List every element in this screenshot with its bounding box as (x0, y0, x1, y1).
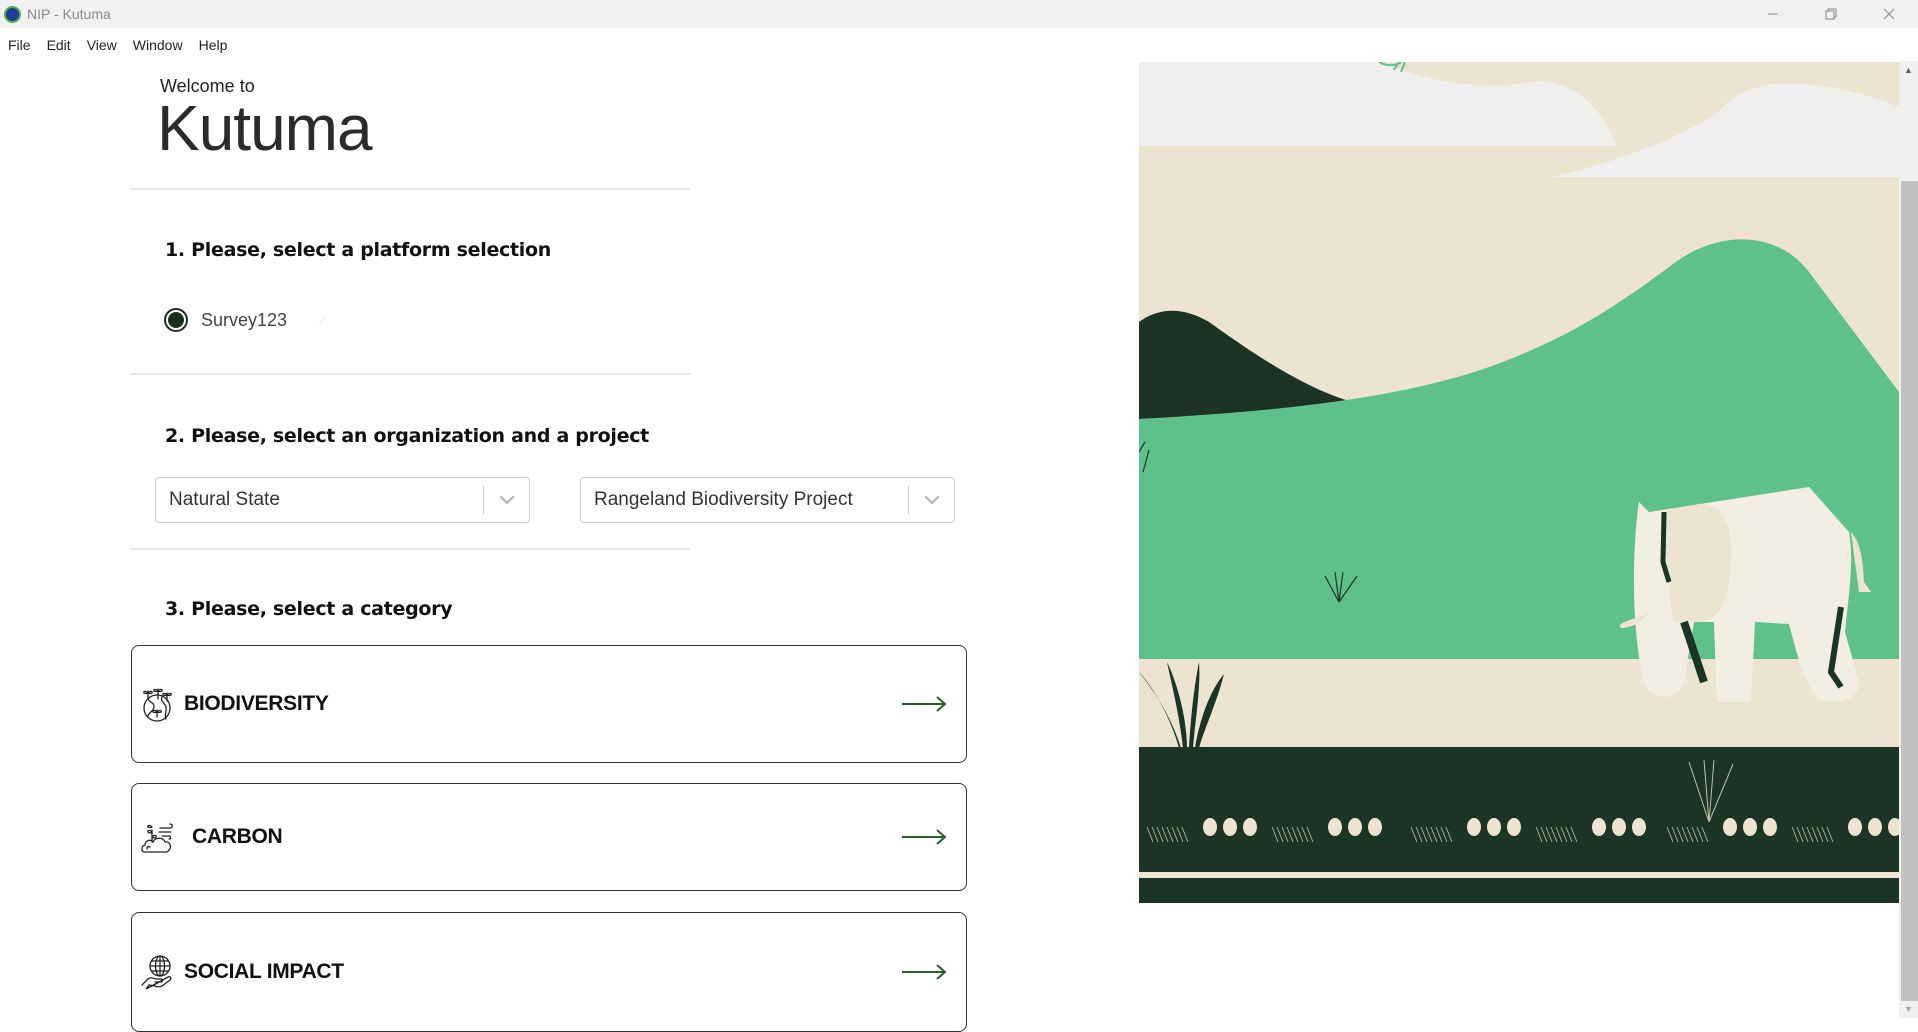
vertical-scrollbar[interactable]: ▲ ▼ (1899, 61, 1918, 1018)
restore-icon (1825, 8, 1837, 20)
category-card-biodiversity[interactable]: BIODIVERSITY (131, 645, 967, 763)
scroll-up-arrow-icon[interactable]: ▲ (1899, 61, 1918, 79)
chevron-down-icon[interactable] (909, 495, 954, 505)
close-icon (1883, 8, 1895, 20)
arrow-right-icon (902, 964, 947, 980)
dark-ground-band (1139, 747, 1899, 872)
category-label: CARBON (192, 825, 283, 848)
scroll-thumb[interactable] (1901, 181, 1918, 1001)
step3-heading: 3. Please, select a category (165, 598, 453, 620)
radio-button[interactable] (164, 308, 188, 332)
bottom-dark-band (1139, 878, 1899, 903)
divider (130, 548, 690, 550)
platform-option-survey123[interactable]: Survey123 ✓ (164, 308, 329, 332)
radio-label: Survey123 (201, 309, 288, 330)
project-select-value: Rangeland Biodiversity Project (594, 489, 853, 510)
minimize-icon (1768, 13, 1778, 15)
elephant (1619, 487, 1871, 702)
scroll-down-arrow-icon[interactable]: ▼ (1899, 1000, 1918, 1018)
app-brand-title: Kutuma (157, 92, 373, 164)
window-controls (1744, 0, 1918, 28)
menu-file[interactable]: File (0, 37, 39, 53)
divider (130, 373, 690, 375)
organization-select[interactable]: Natural State (155, 477, 530, 523)
social-impact-hand-globe-icon (141, 955, 172, 990)
app-logo-icon (4, 5, 21, 23)
biodiversity-globe-sprouts-icon (143, 688, 172, 722)
menu-help[interactable]: Help (191, 37, 236, 53)
category-card-carbon[interactable]: CARBON (131, 783, 967, 891)
category-label: SOCIAL IMPACT (184, 960, 344, 983)
step2-heading: 2. Please, select an organization and a … (165, 425, 649, 447)
menu-view[interactable]: View (79, 37, 125, 53)
step1-heading: 1. Please, select a platform selection (165, 239, 551, 261)
window-titlebar: NIP - Kutuma (0, 0, 1918, 28)
close-button[interactable] (1860, 0, 1918, 28)
light-stripe (1139, 872, 1899, 878)
category-label: BIODIVERSITY (184, 692, 329, 715)
restore-button[interactable] (1802, 0, 1860, 28)
sand-band (1139, 659, 1899, 747)
organization-select-value: Natural State (169, 489, 280, 510)
window-title: NIP - Kutuma (27, 6, 111, 22)
elephant-savanna-illustration (1139, 62, 1899, 903)
arrow-right-icon (902, 696, 947, 712)
category-card-social-impact[interactable]: SOCIAL IMPACT (131, 912, 967, 1032)
radio-selected-dot (168, 312, 184, 328)
minimize-button[interactable] (1744, 0, 1802, 28)
check-icon: ✓ (317, 311, 329, 328)
chevron-down-icon[interactable] (484, 495, 529, 505)
menu-window[interactable]: Window (125, 37, 191, 53)
menu-bar: File Edit View Window Help (0, 28, 1918, 61)
divider (130, 188, 690, 190)
carbon-cloud-plant-icon (141, 823, 173, 853)
arrow-right-icon (902, 829, 947, 845)
menu-edit[interactable]: Edit (39, 37, 79, 53)
project-select[interactable]: Rangeland Biodiversity Project (580, 477, 955, 523)
